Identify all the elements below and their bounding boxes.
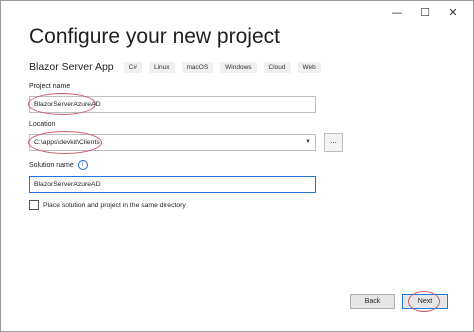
location-combobox[interactable]: C:\apps\devkit\Clients ▼ [29, 134, 316, 151]
tag-web: Web [297, 61, 321, 73]
solution-name-label-row: Solution name i [29, 160, 88, 170]
tag-macos: macOS [181, 61, 214, 73]
info-icon[interactable]: i [77, 160, 88, 170]
same-directory-row[interactable]: Place solution and project in the same d… [29, 200, 186, 210]
browse-button[interactable]: ... [324, 133, 343, 152]
location-value: C:\apps\devkit\Clients [34, 139, 100, 146]
solution-name-value: BlazorServerAzureAD [34, 181, 101, 188]
tag-cloud: Cloud [263, 61, 291, 73]
template-name: Blazor Server App [29, 61, 114, 73]
project-name-input[interactable]: BlazorServerAzureAD [29, 96, 316, 113]
solution-name-label: Solution name [29, 161, 74, 169]
tag-windows: Windows [220, 61, 257, 73]
back-button[interactable]: Back [350, 294, 395, 309]
tag-csharp: C# [123, 61, 142, 73]
chevron-down-icon[interactable]: ▼ [305, 135, 311, 150]
close-button[interactable]: ✕ [439, 3, 467, 21]
tag-linux: Linux [148, 61, 175, 73]
project-name-label: Project name [29, 83, 71, 90]
maximize-button[interactable]: ☐ [411, 3, 439, 21]
dialog-window: — ☐ ✕ Configure your new project Blazor … [0, 0, 474, 332]
project-name-value: BlazorServerAzureAD [34, 101, 101, 108]
solution-name-input[interactable]: BlazorServerAzureAD [29, 176, 316, 193]
template-row: Blazor Server App C# Linux macOS Windows… [29, 61, 328, 73]
next-button[interactable]: Next [402, 294, 448, 309]
location-label: Location [29, 121, 56, 128]
caption-buttons: — ☐ ✕ [383, 3, 467, 21]
minimize-button[interactable]: — [383, 3, 411, 21]
page-title: Configure your new project [29, 25, 280, 48]
same-directory-label: Place solution and project in the same d… [43, 201, 186, 209]
same-directory-checkbox[interactable] [29, 200, 39, 210]
